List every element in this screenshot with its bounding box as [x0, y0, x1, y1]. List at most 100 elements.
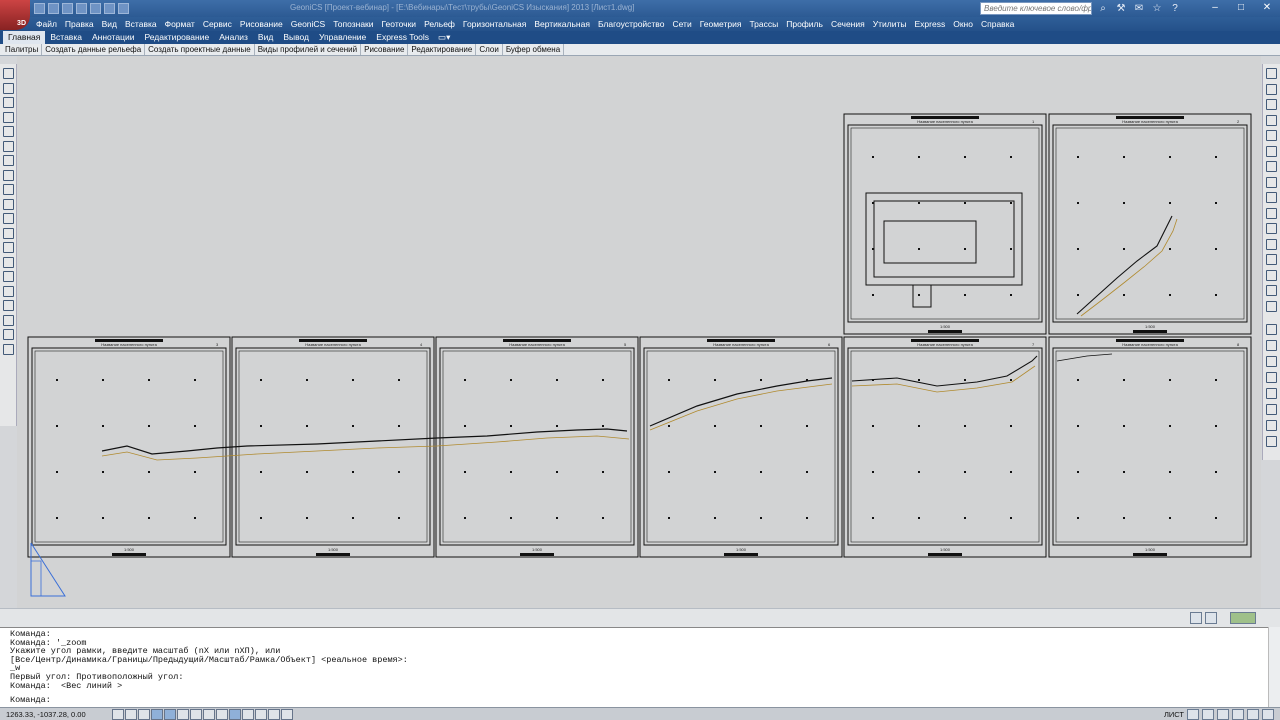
- ribbon-panel[interactable]: Слои: [476, 44, 503, 55]
- command-scrollbar[interactable]: [1268, 627, 1280, 707]
- hatch-icon[interactable]: [3, 271, 14, 282]
- clean-screen-icon[interactable]: [1262, 708, 1274, 720]
- grid-toggle[interactable]: [125, 708, 137, 720]
- open-icon[interactable]: [48, 3, 59, 14]
- chamfer-icon[interactable]: [1266, 269, 1277, 281]
- menu-item[interactable]: Вставка: [121, 17, 161, 31]
- menu-item[interactable]: Топознаки: [329, 17, 377, 31]
- break-icon[interactable]: [1266, 238, 1277, 250]
- space-toggle[interactable]: ЛИСТ: [1164, 710, 1184, 719]
- viewport-icon[interactable]: [1202, 708, 1214, 720]
- ribbon-tab[interactable]: Вывод: [278, 31, 314, 44]
- help-icon[interactable]: ?: [1168, 2, 1182, 15]
- zoom-extents-icon[interactable]: [1266, 372, 1277, 383]
- zoom-out-icon[interactable]: [1266, 404, 1277, 415]
- lwt-toggle[interactable]: [229, 708, 241, 720]
- ellipse-arc-icon[interactable]: [3, 213, 14, 224]
- ribbon-more-icon[interactable]: ▭▾: [434, 31, 450, 44]
- rectangle-icon[interactable]: [3, 126, 14, 137]
- menu-item[interactable]: Справка: [977, 17, 1018, 31]
- ribbon-panel[interactable]: Буфер обмена: [503, 44, 565, 55]
- pan-icon[interactable]: [1217, 708, 1229, 720]
- osnap-toggle[interactable]: [164, 708, 176, 720]
- redo-icon[interactable]: [104, 3, 115, 14]
- mirror-icon[interactable]: [1266, 99, 1277, 110]
- tpy-toggle[interactable]: [242, 708, 254, 720]
- lock-icon[interactable]: [1247, 708, 1259, 720]
- gradient-icon[interactable]: [3, 285, 14, 297]
- ribbon-panel[interactable]: Палитры: [2, 44, 43, 55]
- menu-item[interactable]: Окно: [949, 17, 977, 31]
- menu-item[interactable]: Трассы: [745, 17, 782, 31]
- favorites-icon[interactable]: ☆: [1150, 2, 1164, 15]
- ribbon-tab[interactable]: Вставка: [45, 31, 87, 44]
- scale-icon[interactable]: [1266, 176, 1277, 188]
- plot-icon[interactable]: [118, 3, 129, 14]
- otrack-toggle[interactable]: [190, 708, 202, 720]
- ribbon-panel[interactable]: Рисование: [361, 44, 409, 55]
- spline-icon[interactable]: [3, 184, 14, 195]
- communication-icon[interactable]: ✉: [1132, 2, 1146, 15]
- minimize-button[interactable]: –: [1202, 0, 1228, 17]
- menu-item[interactable]: Сети: [668, 17, 695, 31]
- maximize-button[interactable]: □: [1228, 0, 1254, 17]
- join-icon[interactable]: [1266, 254, 1277, 265]
- polyline-icon[interactable]: [3, 97, 14, 108]
- polar-toggle[interactable]: [151, 708, 163, 720]
- insert-block-icon[interactable]: [3, 227, 14, 239]
- menu-item[interactable]: Сечения: [827, 17, 869, 31]
- menu-item[interactable]: Горизонтальная: [459, 17, 530, 31]
- ribbon-tab[interactable]: Аннотации: [87, 31, 140, 44]
- menu-item[interactable]: GeoniCS: [287, 17, 330, 31]
- binoculars-icon[interactable]: ⌕: [1096, 2, 1110, 15]
- point-icon[interactable]: [3, 256, 14, 268]
- copy-icon[interactable]: [1266, 83, 1277, 95]
- menu-item[interactable]: Рельеф: [420, 17, 459, 31]
- annotation-scale-icon[interactable]: [1190, 612, 1202, 624]
- ribbon-panel[interactable]: Создать данные рельефа: [42, 44, 146, 55]
- qp-toggle[interactable]: [255, 708, 267, 720]
- sc-toggle[interactable]: [268, 708, 280, 720]
- snap-toggle[interactable]: [112, 708, 124, 720]
- menu-item[interactable]: Формат: [161, 17, 199, 31]
- revision-cloud-icon[interactable]: [3, 169, 14, 181]
- drawing-canvas[interactable]: Название населенного пункта 1 1:500 Названи…: [17, 56, 1261, 608]
- line-icon[interactable]: [3, 68, 14, 79]
- zoom-realtime-icon[interactable]: [1266, 324, 1277, 335]
- fillet-icon[interactable]: [1266, 285, 1277, 296]
- zoom-window-icon[interactable]: [1266, 340, 1277, 351]
- menu-item[interactable]: Сервис: [199, 17, 236, 31]
- multiline-text-icon[interactable]: [3, 329, 14, 340]
- application-menu-button[interactable]: 3D: [0, 0, 30, 30]
- region-icon[interactable]: [3, 300, 14, 311]
- save-icon[interactable]: [62, 3, 73, 14]
- zoom-previous-icon[interactable]: [1266, 356, 1277, 367]
- ellipse-icon[interactable]: [3, 198, 14, 210]
- command-prompt[interactable]: Команда:: [10, 696, 1258, 705]
- circle-icon[interactable]: [3, 155, 14, 166]
- menu-item[interactable]: Геоточки: [378, 17, 421, 31]
- save-as-icon[interactable]: [76, 3, 87, 14]
- menu-item[interactable]: Правка: [61, 17, 98, 31]
- explode-icon[interactable]: [1266, 300, 1277, 312]
- dyn-toggle[interactable]: [216, 708, 228, 720]
- ribbon-tab[interactable]: Вид: [253, 31, 278, 44]
- rotate-icon[interactable]: [1266, 161, 1277, 172]
- am-toggle[interactable]: [281, 708, 293, 720]
- 3dosnap-toggle[interactable]: [177, 708, 189, 720]
- menu-item[interactable]: Вертикальная: [530, 17, 594, 31]
- close-button[interactable]: ✕: [1254, 0, 1280, 17]
- zoom-in-icon[interactable]: [1266, 388, 1277, 399]
- ortho-toggle[interactable]: [138, 708, 150, 720]
- menu-item[interactable]: Геометрия: [696, 17, 746, 31]
- menu-item[interactable]: Профиль: [782, 17, 827, 31]
- polygon-icon[interactable]: [3, 111, 14, 123]
- ribbon-tab[interactable]: Управление: [314, 31, 371, 44]
- annotation-visibility-icon[interactable]: [1205, 612, 1217, 624]
- subscription-icon[interactable]: ⚒: [1114, 2, 1128, 15]
- move-icon[interactable]: [1266, 145, 1277, 157]
- zoom-all-icon[interactable]: [1266, 420, 1277, 431]
- make-block-icon[interactable]: [3, 242, 14, 253]
- drawing-area[interactable]: Название населенного пункта 1 1:500 Названи…: [17, 56, 1261, 608]
- ribbon-panel[interactable]: Создать проектные данные: [145, 44, 255, 55]
